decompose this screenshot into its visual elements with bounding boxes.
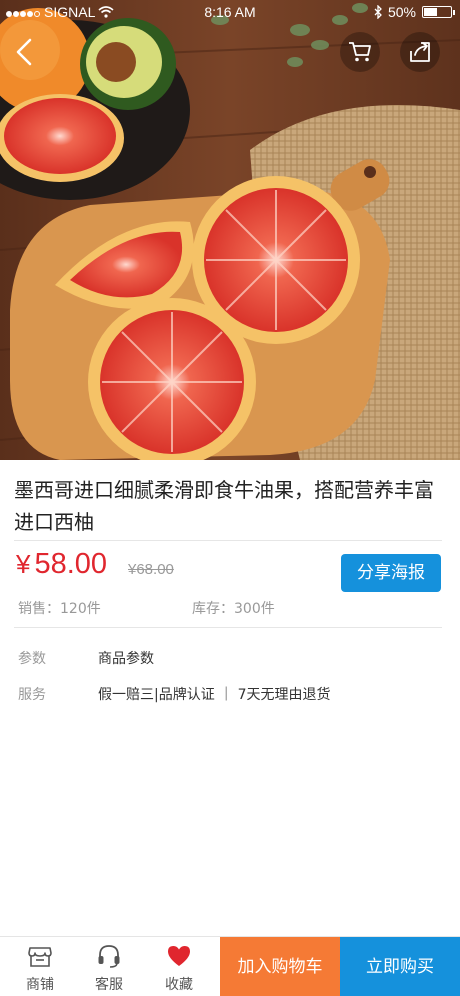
- stock-count: 库存：300件: [192, 601, 275, 617]
- headset-icon: [98, 945, 120, 968]
- status-bar: SIGNAL 8:16 AM 50%: [0, 0, 460, 26]
- cart-button[interactable]: [340, 32, 380, 72]
- currency-symbol: ¥: [16, 549, 31, 579]
- shop-label: 商铺: [26, 977, 54, 993]
- original-price: ¥68.00: [128, 561, 174, 578]
- price-value: 58.00: [34, 548, 108, 580]
- heart-icon: [168, 946, 190, 966]
- customer-service-tab[interactable]: 客服: [79, 937, 139, 996]
- divider: [14, 540, 442, 541]
- share-icon: [410, 42, 430, 62]
- bluetooth-icon: [374, 5, 382, 19]
- battery-percent: 50%: [387, 4, 416, 20]
- product-image: [0, 0, 460, 460]
- divider: [14, 627, 442, 628]
- share-poster-button[interactable]: 分享海报: [341, 554, 441, 592]
- grapefruit-photo: [0, 0, 460, 460]
- back-button[interactable]: [10, 34, 40, 70]
- customer-service-label: 客服: [95, 977, 123, 993]
- service-value: 假一赔三|品牌认证 ｜ 7天无理由退货: [98, 687, 331, 703]
- store-icon: [28, 947, 52, 967]
- share-button[interactable]: [400, 32, 440, 72]
- favorite-label: 收藏: [165, 977, 193, 993]
- battery-icon: [422, 6, 455, 18]
- product-price: ¥58.00: [16, 548, 107, 581]
- sales-count: 销售：120件: [18, 601, 101, 617]
- bottom-action-bar: 商铺 客服 收藏 加入购物车 立即购买: [0, 936, 460, 996]
- service-key: 服务: [18, 687, 46, 703]
- buy-now-button[interactable]: 立即购买: [340, 937, 460, 996]
- product-title: 墨西哥进口细腻柔滑即食牛油果，搭配营养丰富进口西柚: [14, 478, 434, 534]
- chevron-left-icon: [16, 38, 32, 66]
- cart-icon: [349, 42, 371, 62]
- add-to-cart-button[interactable]: 加入购物车: [220, 937, 340, 996]
- params-key: 参数: [18, 651, 46, 667]
- battery-info: 50%: [374, 4, 455, 20]
- shop-tab[interactable]: 商铺: [10, 937, 70, 996]
- params-value: 商品参数: [98, 651, 154, 667]
- favorite-tab[interactable]: 收藏: [149, 937, 209, 996]
